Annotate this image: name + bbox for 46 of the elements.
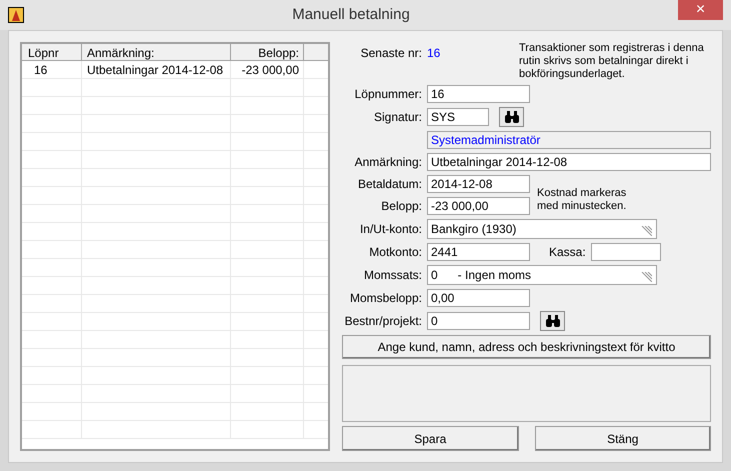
resize-grip-icon bbox=[640, 226, 652, 236]
resize-grip-icon bbox=[640, 272, 652, 282]
vat-amount-field[interactable]: 0,00 bbox=[427, 289, 530, 307]
field-label: Motkonto: bbox=[368, 244, 422, 261]
window-title: Manuell betalning bbox=[291, 4, 411, 25]
column-header[interactable]: Belopp: bbox=[231, 44, 304, 60]
signature-field[interactable]: SYS bbox=[427, 108, 489, 126]
close-button[interactable]: × bbox=[678, 0, 723, 20]
vat-rate-dropdown[interactable]: 0 - Ingen moms bbox=[427, 265, 657, 285]
latest-number: 16 bbox=[427, 45, 440, 62]
list-row[interactable]: 16 Utbetalningar 2014-12-08 -23 000,00 bbox=[22, 61, 328, 79]
field-label: Betaldatum: bbox=[356, 176, 422, 193]
search-button[interactable] bbox=[540, 311, 565, 331]
field-label: Löpnummer: bbox=[354, 86, 422, 103]
remark-field[interactable]: Utbetalningar 2014-12-08 bbox=[427, 153, 711, 171]
field-label: Momsbelopp: bbox=[348, 290, 422, 307]
binoculars-icon bbox=[504, 111, 520, 123]
field-label: Bestnr/projekt: bbox=[344, 313, 422, 330]
amount-field[interactable]: -23 000,00 bbox=[427, 197, 530, 215]
save-button[interactable]: Spara bbox=[342, 426, 518, 451]
serial-number-field[interactable]: 16 bbox=[427, 85, 530, 103]
field-label: In/Ut-konto: bbox=[358, 221, 422, 238]
field-label: Belopp: bbox=[380, 198, 422, 215]
binoculars-icon bbox=[544, 315, 560, 327]
date-field[interactable]: 2014-12-08 bbox=[427, 175, 530, 193]
field-label: Anmärkning: bbox=[354, 154, 422, 171]
table-cell: 16 bbox=[22, 61, 82, 78]
close-dialog-button[interactable]: Stäng bbox=[534, 426, 711, 451]
field-label: Momssats: bbox=[362, 267, 422, 284]
column-header[interactable]: Anmärkning: bbox=[82, 44, 231, 60]
receipt-button[interactable]: Ange kund, namn, adress och beskrivningstext för kvitto bbox=[342, 335, 711, 359]
search-button[interactable] bbox=[499, 107, 524, 127]
table-cell: -23 000,00 bbox=[231, 61, 304, 78]
signature-name-display: Systemadministratör bbox=[427, 131, 711, 149]
counter-account-field[interactable]: 2441 bbox=[427, 243, 530, 261]
cash-field[interactable] bbox=[590, 243, 661, 261]
project-field[interactable]: 0 bbox=[427, 312, 530, 330]
field-label: Senaste nr: bbox=[360, 45, 422, 62]
table-cell: Utbetalningar 2014-12-08 bbox=[82, 61, 231, 78]
field-label: Signatur: bbox=[372, 109, 422, 126]
account-dropdown[interactable]: Bankgiro (1930) bbox=[427, 219, 657, 239]
field-label: Kassa: bbox=[549, 244, 586, 261]
column-header[interactable]: Löpnr bbox=[22, 44, 82, 60]
app-icon bbox=[8, 7, 24, 23]
info-text: Transaktioner som registreras i denna rutin skrivs som betalningar direkt i bokföringsunderlaget. bbox=[519, 42, 705, 81]
amount-note: Kostnad markeras med minustecken. bbox=[536, 186, 628, 214]
